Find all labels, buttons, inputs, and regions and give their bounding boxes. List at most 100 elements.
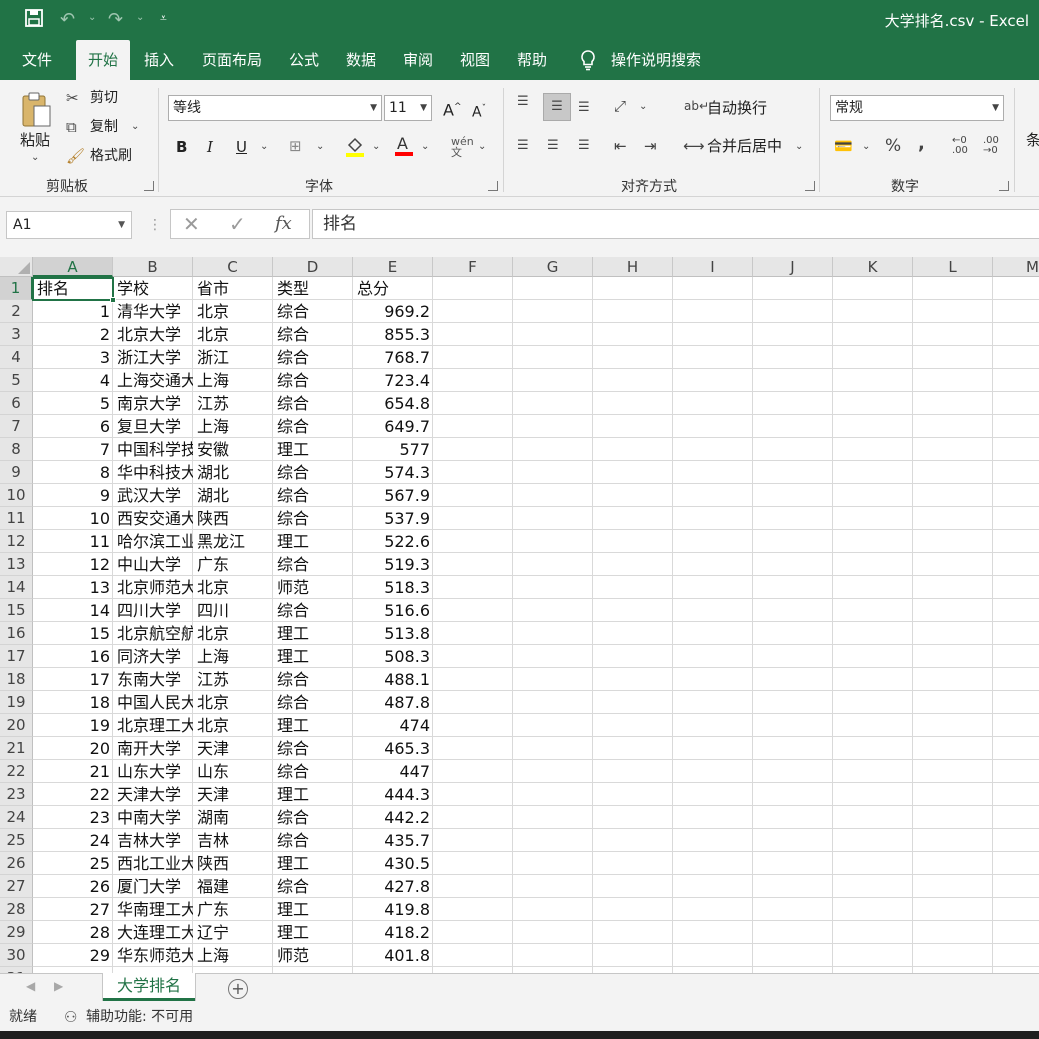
cell-c10[interactable]: 湖北 <box>194 484 273 507</box>
copy-button[interactable]: 复制 <box>90 117 118 137</box>
copy-icon[interactable]: ⧉ <box>66 117 77 137</box>
cell-d29[interactable]: 理工 <box>274 921 353 944</box>
cancel-icon[interactable]: ✕ <box>183 213 200 235</box>
cell-c6[interactable]: 江苏 <box>194 392 273 415</box>
cell-d26[interactable]: 理工 <box>274 852 353 875</box>
cell-d13[interactable]: 综合 <box>274 553 353 576</box>
cell-c3[interactable]: 北京 <box>194 323 273 346</box>
cell-d9[interactable]: 综合 <box>274 461 353 484</box>
align-left-icon[interactable]: ☰ <box>517 136 529 156</box>
row-header-22[interactable]: 22 <box>0 760 33 783</box>
row-header-8[interactable]: 8 <box>0 438 33 461</box>
format-painter-button[interactable]: 格式刷 <box>90 146 132 166</box>
cell-b25[interactable]: 吉林大学 <box>114 829 193 852</box>
cell-e18[interactable]: 488.1 <box>354 668 433 691</box>
row-header-30[interactable]: 30 <box>0 944 33 967</box>
clipboard-launcher-icon[interactable] <box>144 181 154 191</box>
cell-c18[interactable]: 江苏 <box>194 668 273 691</box>
fill-color-dropdown-icon[interactable]: ⌄ <box>372 137 380 157</box>
cell-d10[interactable]: 综合 <box>274 484 353 507</box>
cell-b29[interactable]: 大连理工大学 <box>114 921 193 944</box>
row-header-11[interactable]: 11 <box>0 507 33 530</box>
underline-icon[interactable]: U <box>236 137 247 157</box>
font-color-icon[interactable]: A <box>394 134 414 162</box>
cell-d1[interactable]: 类型 <box>274 277 353 300</box>
increase-indent-icon[interactable]: ⇥ <box>644 136 657 156</box>
column-header-d[interactable]: D <box>273 257 353 277</box>
cell-b7[interactable]: 复旦大学 <box>114 415 193 438</box>
cell-a29[interactable]: 28 <box>34 921 113 944</box>
cell-b20[interactable]: 北京理工大学 <box>114 714 193 737</box>
cell-e9[interactable]: 574.3 <box>354 461 433 484</box>
wrap-text-icon[interactable]: ab↵ <box>684 96 709 116</box>
cell-a20[interactable]: 19 <box>34 714 113 737</box>
cell-a12[interactable]: 11 <box>34 530 113 553</box>
cell-c2[interactable]: 北京 <box>194 300 273 323</box>
format-painter-icon[interactable]: 🖌 <box>66 146 85 166</box>
cell-e3[interactable]: 855.3 <box>354 323 433 346</box>
cell-d7[interactable]: 综合 <box>274 415 353 438</box>
cell-a21[interactable]: 20 <box>34 737 113 760</box>
row-header-9[interactable]: 9 <box>0 461 33 484</box>
cell-d4[interactable]: 综合 <box>274 346 353 369</box>
cell-e21[interactable]: 465.3 <box>354 737 433 760</box>
cell-a26[interactable]: 25 <box>34 852 113 875</box>
column-header-b[interactable]: B <box>113 257 193 277</box>
number-format-combo[interactable]: 常规 ▼ <box>830 95 1004 121</box>
cell-d2[interactable]: 综合 <box>274 300 353 323</box>
row-header-24[interactable]: 24 <box>0 806 33 829</box>
wrap-text-button[interactable]: 自动换行 <box>707 98 767 118</box>
border-icon[interactable]: ⊞ <box>289 136 302 156</box>
cell-e30[interactable]: 401.8 <box>354 944 433 967</box>
cell-a3[interactable]: 2 <box>34 323 113 346</box>
cell-e25[interactable]: 435.7 <box>354 829 433 852</box>
column-header-m[interactable]: M <box>993 257 1039 277</box>
tab-page-layout[interactable]: 页面布局 <box>202 40 262 80</box>
cell-d27[interactable]: 综合 <box>274 875 353 898</box>
cell-c30[interactable]: 上海 <box>194 944 273 967</box>
font-launcher-icon[interactable] <box>488 181 498 191</box>
cell-c12[interactable]: 黑龙江 <box>194 530 273 553</box>
cell-d5[interactable]: 综合 <box>274 369 353 392</box>
save-icon[interactable] <box>24 8 44 35</box>
percent-icon[interactable]: % <box>885 136 901 156</box>
cell-d16[interactable]: 理工 <box>274 622 353 645</box>
cell-c1[interactable]: 省市 <box>194 277 273 300</box>
row-header-10[interactable]: 10 <box>0 484 33 507</box>
customize-quick-access-icon[interactable]: ⩡ <box>160 11 167 26</box>
cell-a5[interactable]: 4 <box>34 369 113 392</box>
top-align-icon[interactable]: ☰ <box>517 92 529 112</box>
cell-e1[interactable]: 总分 <box>354 277 433 300</box>
cell-c29[interactable]: 辽宁 <box>194 921 273 944</box>
accounting-dropdown-icon[interactable]: ⌄ <box>862 137 870 157</box>
cell-d12[interactable]: 理工 <box>274 530 353 553</box>
copy-dropdown-icon[interactable]: ⌄ <box>131 117 139 137</box>
cell-e13[interactable]: 519.3 <box>354 553 433 576</box>
row-header-28[interactable]: 28 <box>0 898 33 921</box>
cell-c28[interactable]: 广东 <box>194 898 273 921</box>
cell-a18[interactable]: 17 <box>34 668 113 691</box>
cell-a22[interactable]: 21 <box>34 760 113 783</box>
resize-grip-icon[interactable]: ⋮ <box>148 217 162 233</box>
phonetic-dropdown-icon[interactable]: ⌄ <box>478 137 486 157</box>
underline-dropdown-icon[interactable]: ⌄ <box>260 137 268 157</box>
styles-partial-button[interactable]: 条 <box>1026 130 1039 150</box>
cell-e29[interactable]: 418.2 <box>354 921 433 944</box>
cell-b1[interactable]: 学校 <box>114 277 193 300</box>
cell-c15[interactable]: 四川 <box>194 599 273 622</box>
cell-b14[interactable]: 北京师范大学 <box>114 576 193 599</box>
row-header-21[interactable]: 21 <box>0 737 33 760</box>
orientation-icon[interactable]: ⤢ <box>614 96 626 116</box>
cell-d11[interactable]: 综合 <box>274 507 353 530</box>
merge-center-button[interactable]: 合并后居中 <box>707 136 782 156</box>
row-header-27[interactable]: 27 <box>0 875 33 898</box>
cell-e26[interactable]: 430.5 <box>354 852 433 875</box>
row-header-5[interactable]: 5 <box>0 369 33 392</box>
font-name-combo[interactable]: 等线 ▼ <box>168 95 382 121</box>
cell-b5[interactable]: 上海交通大学 <box>114 369 193 392</box>
cell-e8[interactable]: 577 <box>354 438 433 461</box>
cell-e22[interactable]: 447 <box>354 760 433 783</box>
row-header-19[interactable]: 19 <box>0 691 33 714</box>
insert-function-icon[interactable]: fx <box>275 213 292 235</box>
column-header-k[interactable]: K <box>833 257 913 277</box>
